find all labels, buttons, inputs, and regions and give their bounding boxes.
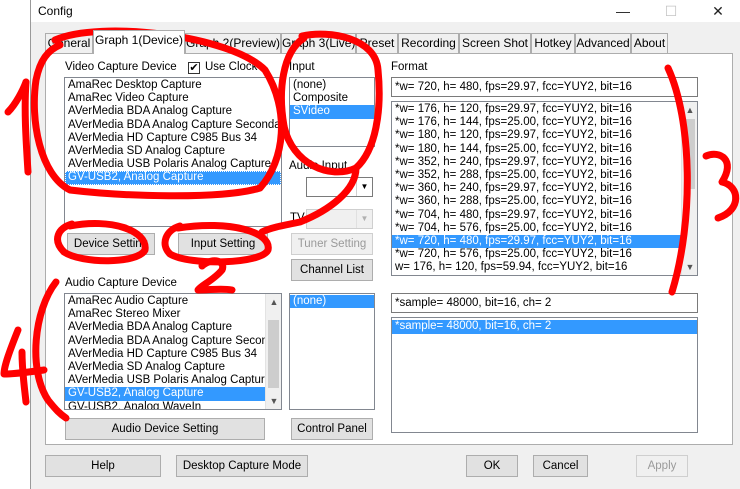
format-label: Format: [391, 61, 428, 73]
audio-device-list[interactable]: AmaRec Audio Capture AmaRec Stereo Mixer…: [64, 293, 282, 410]
list-item[interactable]: AmaRec Video Capture: [65, 92, 281, 105]
tab-graph2-preview[interactable]: Graph 2(Preview): [185, 33, 281, 54]
apply-button: Apply: [636, 455, 688, 477]
scroll-up-icon[interactable]: ▲: [266, 294, 281, 310]
desktop-capture-mode-button[interactable]: Desktop Capture Mode: [176, 455, 308, 477]
list-item[interactable]: *w= 180, h= 144, fps=25.00, fcc=YUY2, bi…: [392, 143, 682, 156]
tab-graph1-device[interactable]: Graph 1(Device): [93, 30, 185, 54]
list-item[interactable]: AVerMedia HD Capture C985 Bus 34: [65, 132, 281, 145]
input-setting-button[interactable]: Input Setting: [178, 233, 268, 255]
list-item[interactable]: *w= 360, h= 288, fps=25.00, fcc=YUY2, bi…: [392, 195, 682, 208]
config-window: Config — ☐ ✕ General Graph 1(Device) Gra…: [30, 0, 740, 489]
list-item[interactable]: AVerMedia BDA Analog Capture: [65, 321, 266, 334]
list-item[interactable]: *w= 176, h= 144, fps=25.00, fcc=YUY2, bi…: [392, 116, 682, 129]
list-item[interactable]: AVerMedia BDA Analog Capture Seconda: [65, 335, 266, 348]
tv-label: TV: [290, 212, 305, 224]
tab-hotkey[interactable]: Hotkey: [531, 33, 575, 54]
tab-screen-shot[interactable]: Screen Shot: [459, 33, 531, 54]
video-capture-device-label: Video Capture Device: [65, 61, 177, 73]
audio-format-list[interactable]: *sample= 48000, bit=16, ch= 2: [391, 317, 698, 433]
close-button[interactable]: ✕: [696, 0, 740, 22]
audio-input-list[interactable]: (none): [289, 293, 375, 410]
audio-input-combo[interactable]: ▼: [306, 177, 373, 197]
chevron-down-icon: ▼: [356, 178, 372, 196]
tab-advanced[interactable]: Advanced: [575, 33, 631, 54]
list-item[interactable]: AVerMedia USB Polaris Analog Capture: [65, 158, 281, 171]
window-title: Config: [38, 4, 73, 18]
annotation-mark-4: [18, 348, 30, 406]
tab-preset[interactable]: Preset: [356, 33, 398, 54]
maximize-button: ☐: [664, 3, 678, 19]
list-item[interactable]: *w= 176, h= 120, fps=29.97, fcc=YUY2, bi…: [392, 103, 682, 116]
list-item[interactable]: *w= 704, h= 480, fps=29.97, fcc=YUY2, bi…: [392, 209, 682, 222]
list-item[interactable]: AVerMedia HD Capture C985 Bus 34: [65, 348, 266, 361]
tab-graph3-live[interactable]: Graph 3(Live): [281, 33, 356, 54]
minimize-button[interactable]: —: [601, 0, 645, 22]
list-item[interactable]: AVerMedia USB Polaris Analog Capture: [65, 374, 266, 387]
list-item-selected[interactable]: GV-USB2, Analog Capture: [65, 387, 266, 401]
scroll-up-icon[interactable]: ▲: [682, 102, 697, 118]
format-list-scrollbar[interactable]: ▲ ▼: [681, 102, 697, 275]
list-item[interactable]: AmaRec Desktop Capture: [65, 79, 281, 92]
help-button[interactable]: Help: [45, 455, 161, 477]
list-item-selected[interactable]: (none): [290, 295, 374, 309]
audio-list-scrollbar[interactable]: ▲ ▼: [265, 294, 281, 409]
list-item[interactable]: *w= 352, h= 288, fps=25.00, fcc=YUY2, bi…: [392, 169, 682, 182]
scroll-down-icon[interactable]: ▼: [682, 259, 697, 275]
list-item[interactable]: *w= 360, h= 240, fps=29.97, fcc=YUY2, bi…: [392, 182, 682, 195]
list-item-selected[interactable]: *sample= 48000, bit=16, ch= 2: [392, 320, 697, 334]
list-item[interactable]: AVerMedia SD Analog Capture: [65, 361, 266, 374]
tab-recording[interactable]: Recording: [398, 33, 459, 54]
annotation-mark-1: [21, 78, 32, 176]
list-item[interactable]: AmaRec Audio Capture: [65, 295, 266, 308]
input-list[interactable]: (none) Composite SVideo: [289, 77, 375, 147]
tab-general[interactable]: General: [45, 33, 93, 54]
channel-list-button[interactable]: Channel List: [291, 259, 373, 281]
list-item[interactable]: Composite: [290, 92, 374, 105]
list-item-selected[interactable]: *w= 720, h= 480, fps=29.97, fcc=YUY2, bi…: [392, 234, 682, 249]
list-item[interactable]: w= 176, h= 120, fps=59.94, fcc=YUY2, bit…: [392, 261, 682, 274]
cancel-button[interactable]: Cancel: [533, 455, 588, 477]
list-item[interactable]: AVerMedia BDA Analog Capture: [65, 105, 281, 118]
use-clock-label: Use Clock: [205, 61, 258, 73]
ok-button[interactable]: OK: [466, 455, 518, 477]
list-item[interactable]: *w= 704, h= 576, fps=25.00, fcc=YUY2, bi…: [392, 222, 682, 235]
annotation-mark-1: [4, 78, 30, 116]
list-item[interactable]: GV-USB2, Analog WaveIn: [65, 401, 266, 410]
input-label: Input: [289, 61, 315, 73]
tab-about[interactable]: About: [631, 33, 668, 54]
scroll-down-icon[interactable]: ▼: [266, 393, 281, 409]
chevron-down-icon: ▼: [356, 210, 372, 228]
scroll-thumb[interactable]: [268, 320, 279, 388]
tv-channel-combo: ▼: [306, 209, 373, 229]
video-device-list[interactable]: AmaRec Desktop Capture AmaRec Video Capt…: [64, 77, 282, 227]
audio-capture-device-label: Audio Capture Device: [65, 277, 177, 289]
list-item-selected[interactable]: GV-USB2, Analog Capture: [65, 171, 281, 185]
control-panel-button[interactable]: Control Panel: [291, 418, 373, 440]
use-clock-checkbox[interactable]: ✔: [188, 62, 200, 74]
list-item[interactable]: AmaRec Stereo Mixer: [65, 308, 266, 321]
list-item-selected[interactable]: SVideo: [290, 105, 374, 119]
audio-device-setting-button[interactable]: Audio Device Setting: [65, 418, 265, 440]
list-item[interactable]: AVerMedia BDA Analog Capture Secondary: [65, 119, 281, 132]
tuner-setting-button: Tuner Setting: [291, 233, 373, 255]
list-item[interactable]: *w= 352, h= 240, fps=29.97, fcc=YUY2, bi…: [392, 156, 682, 169]
scroll-thumb[interactable]: [684, 119, 695, 189]
device-setting-button[interactable]: Device Setting: [67, 233, 155, 255]
audio-format-current-field[interactable]: *sample= 48000, bit=16, ch= 2: [391, 293, 698, 313]
format-list[interactable]: *w= 176, h= 120, fps=29.97, fcc=YUY2, bi…: [391, 101, 698, 276]
list-item[interactable]: AVerMedia SD Analog Capture: [65, 145, 281, 158]
list-item[interactable]: *w= 180, h= 120, fps=29.97, fcc=YUY2, bi…: [392, 129, 682, 142]
audio-input-label: Audio Input: [289, 160, 348, 172]
format-current-field[interactable]: *w= 720, h= 480, fps=29.97, fcc=YUY2, bi…: [391, 77, 698, 97]
list-item[interactable]: *w= 720, h= 576, fps=25.00, fcc=YUY2, bi…: [392, 248, 682, 261]
title-bar: Config — ☐ ✕: [31, 0, 740, 22]
list-item[interactable]: (none): [290, 79, 374, 92]
